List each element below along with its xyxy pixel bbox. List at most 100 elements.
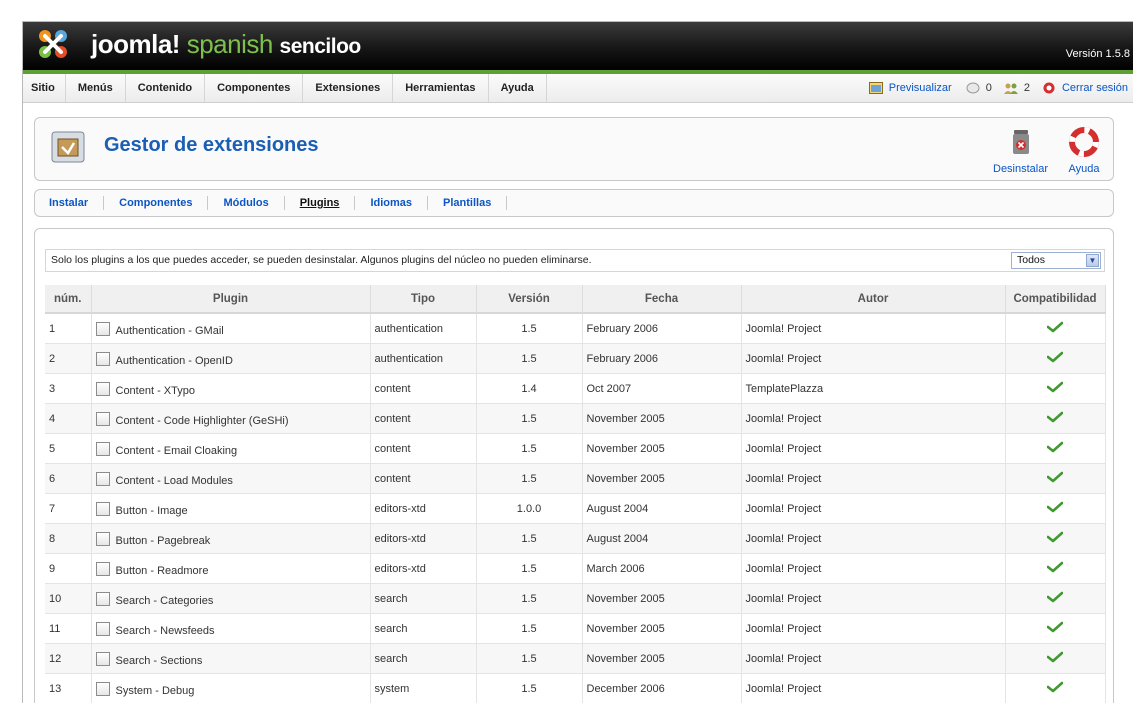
users-icon [1004, 82, 1018, 94]
col-fecha[interactable]: Fecha [582, 285, 741, 313]
brand-spanish: spanish [187, 29, 273, 59]
table-row: 6Content - Load Modulescontent1.5Novembe… [45, 464, 1105, 494]
row-date: November 2005 [582, 614, 741, 644]
check-icon [1047, 594, 1063, 606]
plugin-name-link[interactable]: Content - Load Modules [116, 475, 233, 487]
joomla-logo-icon [33, 26, 73, 62]
plugin-name-link[interactable]: Authentication - GMail [116, 325, 224, 337]
row-date: August 2004 [582, 494, 741, 524]
row-plugin: Content - Code Highlighter (GeSHi) [91, 404, 370, 434]
row-checkbox[interactable] [96, 502, 110, 516]
row-checkbox[interactable] [96, 592, 110, 606]
browser-frame: joomla! spanish senciloo Versión 1.5.8 S… [22, 21, 1133, 703]
row-checkbox[interactable] [96, 322, 110, 336]
row-version: 1.0.0 [476, 494, 582, 524]
row-num: 1 [45, 313, 91, 344]
plugin-name-link[interactable]: System - Debug [116, 685, 195, 697]
menu-sitio[interactable]: Sitio [23, 74, 66, 102]
plugin-name-link[interactable]: Button - Image [116, 505, 188, 517]
row-type: authentication [370, 344, 476, 374]
row-version: 1.5 [476, 554, 582, 584]
table-row: 9Button - Readmoreeditors-xtd1.5March 20… [45, 554, 1105, 584]
plugin-name-link[interactable]: Button - Readmore [116, 565, 209, 577]
check-icon [1047, 684, 1063, 696]
row-checkbox[interactable] [96, 622, 110, 636]
tab-modulos[interactable]: Módulos [208, 196, 284, 210]
row-compatibility [1005, 404, 1105, 434]
notice-bar: Solo los plugins a los que puedes accede… [45, 249, 1105, 272]
users-count[interactable]: 2 [1024, 74, 1030, 102]
row-checkbox[interactable] [96, 652, 110, 666]
row-num: 3 [45, 374, 91, 404]
plugin-name-link[interactable]: Authentication - OpenID [116, 355, 233, 367]
row-checkbox[interactable] [96, 562, 110, 576]
tab-plugins[interactable]: Plugins [285, 196, 356, 210]
messages-count[interactable]: 0 [986, 74, 992, 102]
tab-idiomas[interactable]: Idiomas [355, 196, 428, 210]
row-date: March 2006 [582, 554, 741, 584]
table-row: 1Authentication - GMailauthentication1.5… [45, 313, 1105, 344]
row-checkbox[interactable] [96, 532, 110, 546]
col-num[interactable]: núm. [45, 285, 91, 313]
logout-link[interactable]: Cerrar sesión [1062, 74, 1128, 102]
row-compatibility [1005, 614, 1105, 644]
row-date: November 2005 [582, 434, 741, 464]
row-author: Joomla! Project [741, 584, 1005, 614]
row-checkbox[interactable] [96, 682, 110, 696]
tab-componentes[interactable]: Componentes [104, 196, 208, 210]
brand-joomla: joomla! [91, 29, 180, 59]
row-checkbox[interactable] [96, 472, 110, 486]
row-checkbox[interactable] [96, 412, 110, 426]
trash-icon [1005, 126, 1037, 158]
plugin-name-link[interactable]: Content - Code Highlighter (GeSHi) [116, 415, 289, 427]
row-checkbox[interactable] [96, 442, 110, 456]
menu-extensiones[interactable]: Extensiones [303, 74, 393, 102]
plugin-name-link[interactable]: Content - Email Cloaking [116, 445, 238, 457]
col-tipo[interactable]: Tipo [370, 285, 476, 313]
tab-instalar[interactable]: Instalar [35, 196, 104, 210]
plugin-name-link[interactable]: Search - Categories [116, 595, 214, 607]
table-row: 13System - Debugsystem1.5December 2006Jo… [45, 674, 1105, 703]
row-plugin: Content - Load Modules [91, 464, 370, 494]
row-date: February 2006 [582, 313, 741, 344]
row-checkbox[interactable] [96, 352, 110, 366]
menu-contenido[interactable]: Contenido [126, 74, 205, 102]
help-button[interactable]: Ayuda [1068, 126, 1100, 175]
row-author: Joomla! Project [741, 494, 1005, 524]
col-version[interactable]: Versión [476, 285, 582, 313]
row-compatibility [1005, 434, 1105, 464]
row-checkbox[interactable] [96, 382, 110, 396]
preview-link[interactable]: Previsualizar [889, 74, 952, 102]
menu-herramientas[interactable]: Herramientas [393, 74, 488, 102]
row-date: November 2005 [582, 464, 741, 494]
row-plugin: Button - Readmore [91, 554, 370, 584]
table-row: 2Authentication - OpenIDauthentication1.… [45, 344, 1105, 374]
row-version: 1.5 [476, 614, 582, 644]
row-num: 9 [45, 554, 91, 584]
col-plugin[interactable]: Plugin [91, 285, 370, 313]
plugin-name-link[interactable]: Button - Pagebreak [116, 535, 211, 547]
menu-componentes[interactable]: Componentes [205, 74, 303, 102]
chevron-down-icon[interactable]: ▼ [1086, 254, 1099, 267]
uninstall-button[interactable]: Desinstalar [993, 126, 1048, 175]
plugin-name-link[interactable]: Content - XTypo [116, 385, 196, 397]
menu-menus[interactable]: Menús [66, 74, 126, 102]
row-num: 8 [45, 524, 91, 554]
status-bar: Previsualizar 0 2 Cerrar sesión [869, 74, 1128, 102]
row-plugin: System - Debug [91, 674, 370, 703]
menu-ayuda[interactable]: Ayuda [489, 74, 547, 102]
plugin-name-link[interactable]: Search - Newsfeeds [116, 625, 215, 637]
plugin-name-link[interactable]: Search - Sections [116, 655, 203, 667]
col-compatibilidad[interactable]: Compatibilidad [1005, 285, 1105, 313]
check-icon [1047, 384, 1063, 396]
type-filter-select[interactable]: Todos ▼ [1011, 252, 1101, 269]
table-row: 8Button - Pagebreakeditors-xtd1.5August … [45, 524, 1105, 554]
row-version: 1.5 [476, 524, 582, 554]
table-row: 7Button - Imageeditors-xtd1.0.0August 20… [45, 494, 1105, 524]
row-compatibility [1005, 584, 1105, 614]
tab-plantillas[interactable]: Plantillas [428, 196, 507, 210]
row-num: 6 [45, 464, 91, 494]
col-autor[interactable]: Autor [741, 285, 1005, 313]
brand-senciloo: senciloo [280, 35, 361, 58]
toolbar-panel: Gestor de extensiones Desinstalar Ayuda [34, 117, 1114, 181]
